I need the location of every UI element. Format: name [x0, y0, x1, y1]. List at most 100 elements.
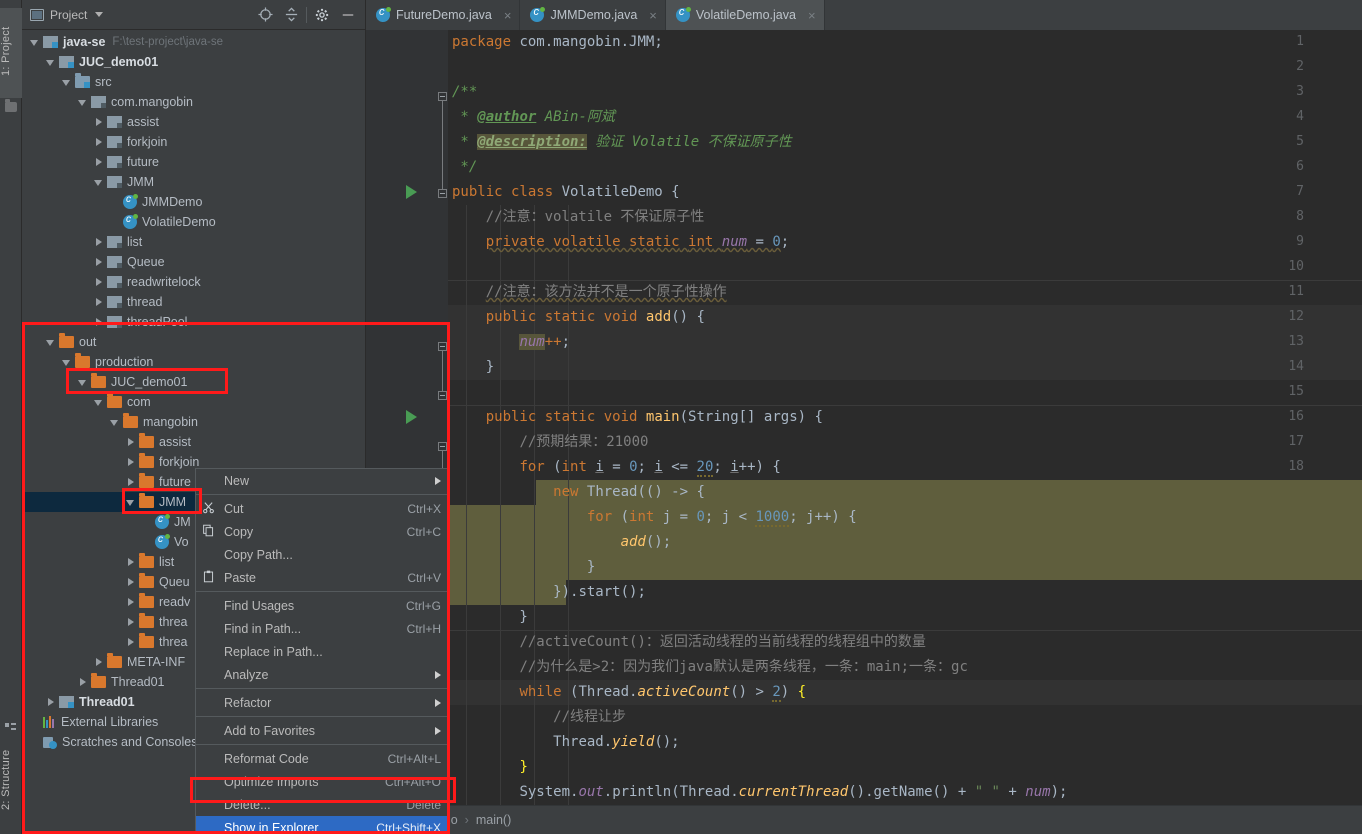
collapse-all-icon[interactable]	[278, 2, 304, 28]
tree-right-arrow-icon[interactable]	[126, 477, 136, 487]
breadcrumb-method[interactable]: main()	[476, 813, 511, 827]
sidebar-tab-project[interactable]: 1: Project	[0, 8, 22, 98]
tree-row[interactable]: list	[22, 232, 365, 252]
tree-row-label: readv	[159, 595, 191, 609]
run-gutter-icon[interactable]	[406, 185, 417, 199]
gear-icon[interactable]	[309, 2, 335, 28]
tree-right-arrow-icon[interactable]	[94, 277, 104, 287]
close-icon[interactable]: ×	[504, 8, 512, 23]
tree-row[interactable]: production	[22, 352, 365, 372]
editor-tab[interactable]: JMMDemo.java ×	[520, 0, 666, 30]
chevron-down-icon[interactable]	[95, 12, 104, 17]
tree-row[interactable]: com	[22, 392, 365, 412]
menu-item-copy[interactable]: Copy Ctrl+C	[196, 520, 449, 543]
tree-right-arrow-icon[interactable]	[94, 257, 104, 267]
tree-down-arrow-icon[interactable]	[94, 397, 104, 407]
tree-right-arrow-icon[interactable]	[78, 677, 88, 687]
code-area[interactable]: package com.mangobin.JMM; /** * @author A…	[366, 30, 1362, 805]
tree-row[interactable]: out	[22, 332, 365, 352]
run-gutter-icon[interactable]	[406, 410, 417, 424]
fold-marker[interactable]	[438, 442, 447, 451]
menu-item-delete[interactable]: Delete... Delete	[196, 793, 449, 816]
tree-right-arrow-icon[interactable]	[94, 157, 104, 167]
tree-row[interactable]: assist	[22, 112, 365, 132]
menu-item-label: Optimize Imports	[224, 774, 319, 789]
tree-row[interactable]: Queue	[22, 252, 365, 272]
package-icon	[107, 316, 122, 328]
menu-item-replace-in-path[interactable]: Replace in Path...	[196, 640, 449, 663]
menu-item-paste[interactable]: Paste Ctrl+V	[196, 566, 449, 589]
tree-down-arrow-icon[interactable]	[110, 417, 120, 427]
menu-item-add-to-favorites[interactable]: Add to Favorites	[196, 719, 449, 742]
tree-row-label: JMMDemo	[142, 195, 203, 209]
close-icon[interactable]: ×	[808, 8, 816, 23]
tree-row[interactable]: JUC_demo01	[22, 372, 365, 392]
tree-right-arrow-icon[interactable]	[94, 117, 104, 127]
menu-separator	[196, 744, 449, 745]
tree-row[interactable]: VolatileDemo	[22, 212, 365, 232]
fold-marker[interactable]	[438, 391, 447, 400]
tree-down-arrow-icon[interactable]	[46, 57, 56, 67]
tree-down-arrow-icon[interactable]	[30, 37, 40, 47]
tree-down-arrow-icon[interactable]	[62, 77, 72, 87]
tree-row[interactable]: java-se F:\test-project\java-se	[22, 32, 365, 52]
tree-down-arrow-icon[interactable]	[78, 97, 88, 107]
editor-tab-bar[interactable]: FutureDemo.java×JMMDemo.java×VolatileDem…	[366, 0, 1362, 30]
tree-right-arrow-icon[interactable]	[126, 457, 136, 467]
menu-item-copy-path[interactable]: Copy Path...	[196, 543, 449, 566]
tree-row[interactable]: assist	[22, 432, 365, 452]
fold-marker[interactable]	[438, 92, 447, 101]
editor-tab[interactable]: FutureDemo.java ×	[366, 0, 521, 30]
tree-down-arrow-icon[interactable]	[126, 497, 136, 507]
source-code[interactable]: package com.mangobin.JMM; /** * @author A…	[448, 30, 1362, 805]
tree-right-arrow-icon[interactable]	[94, 657, 104, 667]
tree-row[interactable]: com.mangobin	[22, 92, 365, 112]
tree-down-arrow-icon[interactable]	[62, 357, 72, 367]
hide-panel-icon[interactable]	[335, 2, 361, 28]
tree-row[interactable]: future	[22, 152, 365, 172]
menu-item-refactor[interactable]: Refactor	[196, 691, 449, 714]
tree-right-arrow-icon[interactable]	[126, 597, 136, 607]
menu-item-analyze[interactable]: Analyze	[196, 663, 449, 686]
fold-marker[interactable]	[438, 342, 447, 351]
tree-right-arrow-icon[interactable]	[126, 557, 136, 567]
tree-row[interactable]: threadPool	[22, 312, 365, 332]
tree-row[interactable]: mangobin	[22, 412, 365, 432]
tree-down-arrow-icon[interactable]	[94, 177, 104, 187]
menu-item-cut[interactable]: Cut Ctrl+X	[196, 497, 449, 520]
menu-item-find-in-path[interactable]: Find in Path... Ctrl+H	[196, 617, 449, 640]
tree-row[interactable]: JMM	[22, 172, 365, 192]
tree-right-arrow-icon[interactable]	[126, 637, 136, 647]
tree-right-arrow-icon[interactable]	[126, 617, 136, 627]
tree-row[interactable]: JMMDemo	[22, 192, 365, 212]
tree-down-arrow-icon[interactable]	[78, 377, 88, 387]
tree-row[interactable]: thread	[22, 292, 365, 312]
menu-item-find-usages[interactable]: Find Usages Ctrl+G	[196, 594, 449, 617]
menu-item-new[interactable]: New	[196, 469, 449, 492]
tree-right-arrow-icon[interactable]	[94, 137, 104, 147]
tree-right-arrow-icon[interactable]	[126, 437, 136, 447]
context-menu[interactable]: New Cut Ctrl+X Copy Ctrl+C Copy Path... Paste C…	[195, 468, 450, 834]
editor-tab[interactable]: VolatileDemo.java ×	[665, 0, 825, 30]
close-icon[interactable]: ×	[649, 8, 657, 23]
menu-item-reformat-code[interactable]: Reformat Code Ctrl+Alt+L	[196, 747, 449, 770]
tree-row[interactable]: JUC_demo01	[22, 52, 365, 72]
line-number: 9	[1296, 234, 1304, 249]
java-class-icon	[530, 6, 546, 22]
scissors-icon	[202, 501, 218, 517]
fold-marker[interactable]	[438, 189, 447, 198]
tree-right-arrow-icon[interactable]	[46, 697, 56, 707]
tree-right-arrow-icon[interactable]	[94, 317, 104, 327]
tree-right-arrow-icon[interactable]	[126, 577, 136, 587]
tree-row[interactable]: src	[22, 72, 365, 92]
line-number: 15	[1288, 384, 1304, 399]
tree-row[interactable]: readwritelock	[22, 272, 365, 292]
sidebar-tab-structure[interactable]: 2: Structure	[0, 734, 22, 826]
menu-item-optimize-imports[interactable]: Optimize Imports Ctrl+Alt+O	[196, 770, 449, 793]
tree-right-arrow-icon[interactable]	[94, 297, 104, 307]
tree-right-arrow-icon[interactable]	[94, 237, 104, 247]
tree-row[interactable]: forkjoin	[22, 132, 365, 152]
menu-item-show-in-explorer[interactable]: Show in Explorer Ctrl+Shift+X	[196, 816, 449, 833]
locate-icon[interactable]	[252, 2, 278, 28]
tree-down-arrow-icon[interactable]	[46, 337, 56, 347]
